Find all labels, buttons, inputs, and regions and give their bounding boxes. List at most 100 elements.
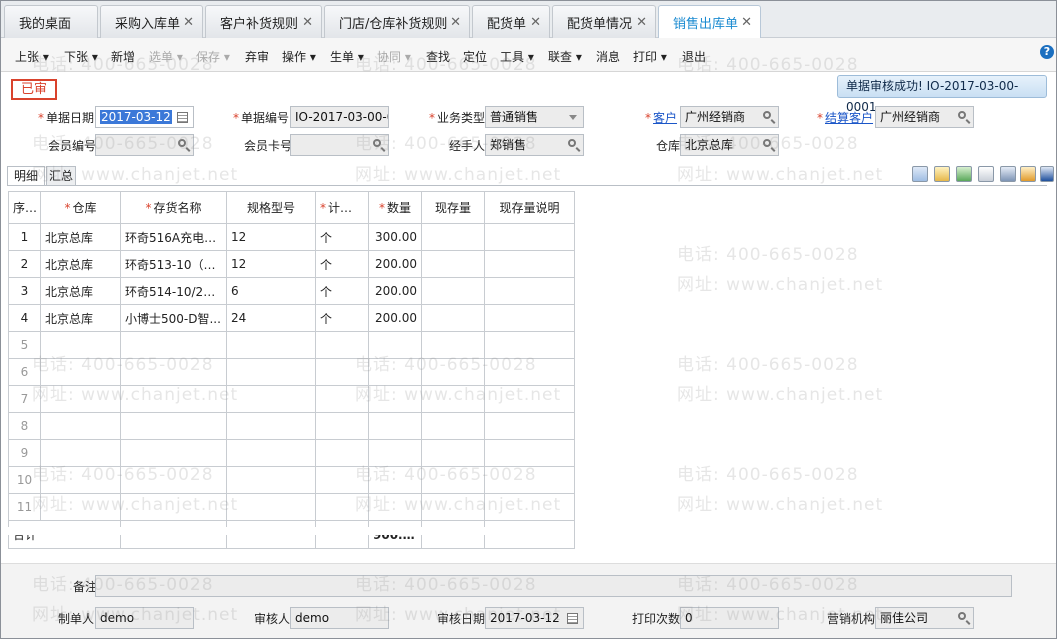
- cell-item-name[interactable]: 环奇513-10（21...: [120, 250, 227, 278]
- table-row[interactable]: 9: [8, 439, 575, 467]
- save-button[interactable]: 保存 ▾: [196, 48, 230, 65]
- cell-warehouse[interactable]: 北京总库: [40, 304, 121, 332]
- cell-warehouse[interactable]: 北京总库: [40, 250, 121, 278]
- table-row[interactable]: 7: [8, 385, 575, 413]
- customer-label[interactable]: * 客户: [645, 109, 677, 126]
- prev-button[interactable]: 上张 ▾: [15, 48, 49, 65]
- close-icon[interactable]: ✕: [450, 15, 461, 30]
- cell-unit[interactable]: 个: [315, 250, 369, 278]
- customer-field[interactable]: 广州经销商: [680, 106, 779, 128]
- chart-icon[interactable]: [1020, 166, 1036, 182]
- drill-query-button[interactable]: 联查 ▾: [548, 48, 582, 65]
- warehouse-field[interactable]: 北京总库: [680, 134, 779, 156]
- collaborate-button[interactable]: 协同 ▾: [377, 48, 411, 65]
- table-row[interactable]: 8: [8, 412, 575, 440]
- cell-unit[interactable]: 个: [315, 223, 369, 251]
- generate-button[interactable]: 生单 ▾: [330, 48, 364, 65]
- handler-field[interactable]: 郑销售: [485, 134, 584, 156]
- cell-item-name[interactable]: 环奇516A充电遥...: [120, 223, 227, 251]
- cell-warehouse[interactable]: 北京总库: [40, 223, 121, 251]
- settle-customer-label[interactable]: * 结算客户: [817, 109, 873, 126]
- search-icon[interactable]: [763, 139, 771, 147]
- close-icon[interactable]: ✕: [530, 15, 541, 30]
- table-row[interactable]: 11: [8, 493, 575, 521]
- column-header[interactable]: 现存量说明: [484, 191, 575, 224]
- tools-button[interactable]: 工具 ▾: [500, 48, 534, 65]
- close-icon[interactable]: ✕: [183, 15, 194, 30]
- new-button[interactable]: 新增: [111, 48, 135, 65]
- cell-unit[interactable]: 个: [315, 304, 369, 332]
- find-button[interactable]: 查找: [426, 48, 450, 65]
- search-icon[interactable]: [958, 612, 966, 620]
- preview-icon[interactable]: [978, 166, 994, 182]
- paste-icon[interactable]: [934, 166, 950, 182]
- cell-warehouse[interactable]: 北京总库: [40, 277, 121, 305]
- cell-qty[interactable]: 200.00: [368, 304, 422, 332]
- table-row[interactable]: 6: [8, 358, 575, 386]
- print-button[interactable]: 打印 ▾: [633, 48, 667, 65]
- org-field[interactable]: 丽佳公司: [875, 607, 974, 629]
- table-row[interactable]: 4 北京总库 小博士500-D智... 24 个 200.00: [8, 304, 575, 332]
- table-row[interactable]: 2 北京总库 环奇513-10（21... 12 个 200.00: [8, 250, 575, 278]
- table-row[interactable]: 1 北京总库 环奇516A充电遥... 12 个 300.00: [8, 223, 575, 251]
- cell-item-name[interactable]: 小博士500-D智...: [120, 304, 227, 332]
- tab-desktop[interactable]: 我的桌面: [4, 5, 98, 38]
- help-icon[interactable]: ?: [1040, 45, 1054, 59]
- exit-button[interactable]: 退出: [682, 48, 706, 65]
- tab-customer-replenish-rule[interactable]: 客户补货规则 ✕: [205, 5, 322, 38]
- search-icon[interactable]: [178, 139, 186, 147]
- column-header[interactable]: * 仓库: [40, 191, 121, 224]
- table-row[interactable]: 5: [8, 331, 575, 359]
- cell-spec[interactable]: 12: [226, 250, 316, 278]
- tab-sales-outbound[interactable]: 销售出库单 ✕: [658, 5, 761, 39]
- locate-button[interactable]: 定位: [463, 48, 487, 65]
- tab-detail[interactable]: 明细: [7, 166, 45, 186]
- tab-distribution-order[interactable]: 配货单 ✕: [472, 5, 550, 38]
- search-icon[interactable]: [373, 139, 381, 147]
- column-header[interactable]: 规格型号: [226, 191, 316, 224]
- member-no-field[interactable]: [95, 134, 194, 156]
- cell-item-name[interactable]: 环奇514-10/212...: [120, 277, 227, 305]
- biz-type-select[interactable]: 普通销售: [485, 106, 584, 128]
- close-icon[interactable]: ✕: [741, 15, 752, 30]
- remark-field[interactable]: [95, 575, 1012, 597]
- close-icon[interactable]: ✕: [302, 15, 313, 30]
- cell-qty[interactable]: 200.00: [368, 250, 422, 278]
- column-header[interactable]: 现存量: [421, 191, 485, 224]
- cell-qty[interactable]: 300.00: [368, 223, 422, 251]
- column-header[interactable]: * 存货名称: [120, 191, 227, 224]
- cell-spec[interactable]: 24: [226, 304, 316, 332]
- settle-customer-field[interactable]: 广州经销商: [875, 106, 974, 128]
- card-no-field[interactable]: [290, 134, 389, 156]
- table-row[interactable]: 3 北京总库 环奇514-10/212... 6 个 200.00: [8, 277, 575, 305]
- next-button[interactable]: 下张 ▾: [64, 48, 98, 65]
- code-field[interactable]: IO-2017-03-00-0...: [290, 106, 389, 128]
- save-layout-icon[interactable]: [1040, 166, 1054, 182]
- chevron-down-icon[interactable]: [569, 115, 577, 120]
- column-header[interactable]: * 数量: [368, 191, 422, 224]
- layout-icon[interactable]: [1000, 166, 1016, 182]
- tab-purchase-inbound[interactable]: 采购入库单 ✕: [100, 5, 203, 38]
- close-icon[interactable]: ✕: [636, 15, 647, 30]
- search-icon[interactable]: [958, 111, 966, 119]
- tab-summary[interactable]: 汇总: [46, 166, 76, 186]
- cell-qty[interactable]: 200.00: [368, 277, 422, 305]
- message-button[interactable]: 消息: [596, 48, 620, 65]
- cell-spec[interactable]: 6: [226, 277, 316, 305]
- tab-store-replenish-rule[interactable]: 门店/仓库补货规则 ✕: [324, 5, 470, 38]
- date-field[interactable]: 2017-03-12: [95, 106, 194, 128]
- export-icon[interactable]: [956, 166, 972, 182]
- column-header[interactable]: 序号: [8, 191, 41, 224]
- calendar-icon[interactable]: [177, 112, 188, 123]
- select-order-button[interactable]: 选单 ▾: [149, 48, 183, 65]
- table-row[interactable]: 10: [8, 466, 575, 494]
- column-header[interactable]: *计量单位: [315, 191, 369, 224]
- copy-icon[interactable]: [912, 166, 928, 182]
- cell-spec[interactable]: 12: [226, 223, 316, 251]
- unaudit-button[interactable]: 弃审: [245, 48, 269, 65]
- search-icon[interactable]: [568, 139, 576, 147]
- operate-button[interactable]: 操作 ▾: [282, 48, 316, 65]
- tab-distribution-status[interactable]: 配货单情况 ✕: [552, 5, 656, 38]
- search-icon[interactable]: [763, 111, 771, 119]
- cell-unit[interactable]: 个: [315, 277, 369, 305]
